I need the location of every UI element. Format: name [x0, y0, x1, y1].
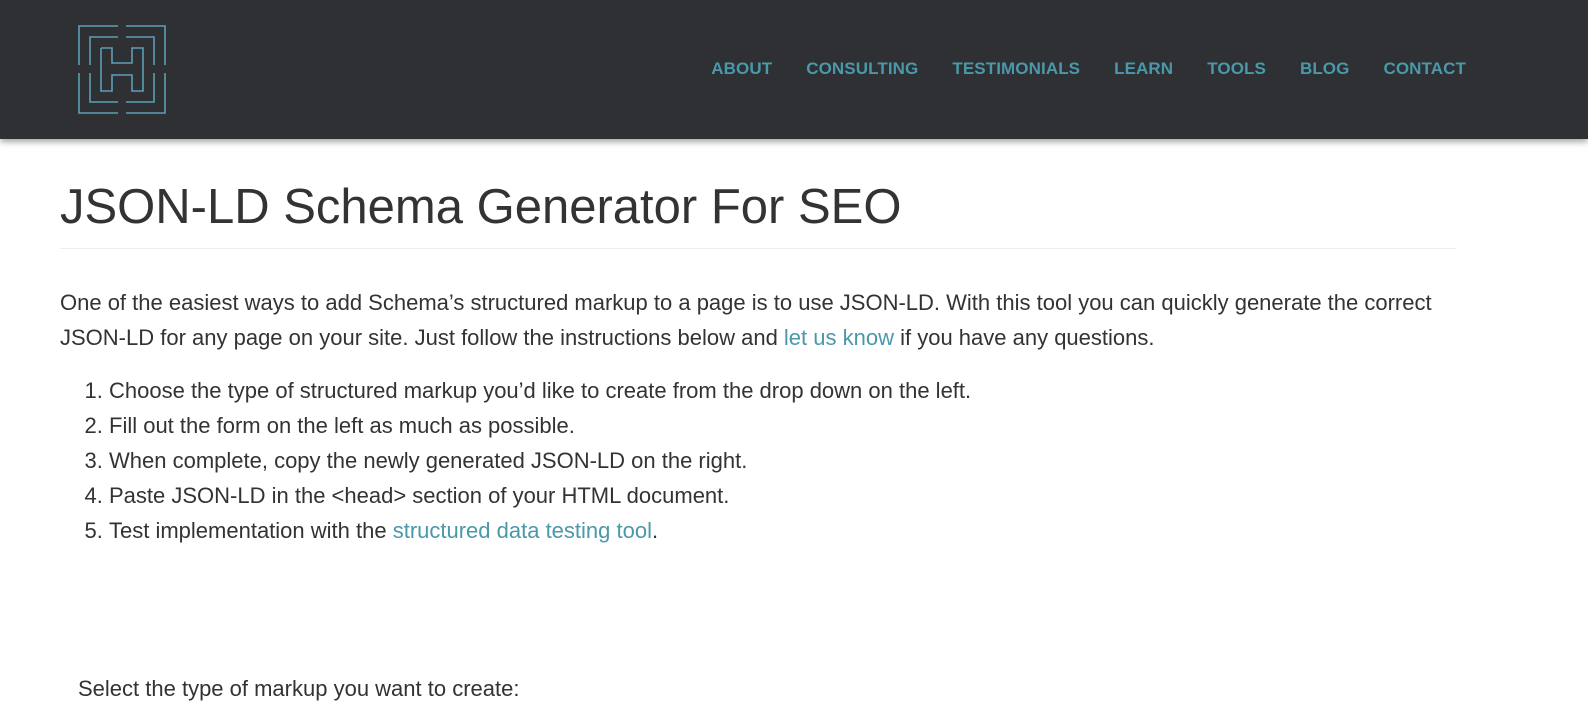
nav-link-contact[interactable]: CONTACT [1383, 58, 1466, 80]
markup-type-label: Select the type of markup you want to cr… [78, 676, 520, 701]
list-item: Fill out the form on the left as much as… [109, 408, 1456, 443]
list-item: Test implementation with the structured … [109, 513, 1456, 548]
main-nav: ABOUT CONSULTING TESTIMONIALS LEARN TOOL… [677, 58, 1466, 80]
nav-item-testimonials: TESTIMONIALS [918, 58, 1080, 80]
nav-link-about[interactable]: ABOUT [711, 58, 772, 80]
title-divider [60, 248, 1456, 249]
list-item: When complete, copy the newly generated … [109, 443, 1456, 478]
nav-link-consulting[interactable]: CONSULTING [806, 58, 918, 80]
list-item: Paste JSON-LD in the <head> section of y… [109, 478, 1456, 513]
step-text: Test implementation with the [109, 518, 393, 543]
structured-data-testing-tool-link[interactable]: structured data testing tool [393, 518, 652, 543]
nav-item-blog: BLOG [1266, 58, 1350, 80]
intro-paragraph: One of the easiest ways to add Schema’s … [60, 285, 1456, 355]
step-text: Fill out the form on the left as much as… [109, 413, 575, 438]
let-us-know-link[interactable]: let us know [784, 325, 894, 350]
intro-text-end: if you have any questions. [893, 325, 1155, 350]
list-item: Choose the type of structured markup you… [109, 373, 1456, 408]
nav-link-testimonials[interactable]: TESTIMONIALS [952, 58, 1080, 80]
nav-item-about: ABOUT [677, 58, 772, 80]
step-text: Paste JSON-LD in the <head> section of y… [109, 483, 730, 508]
intro-text: One of the easiest ways to add Schema’s … [60, 290, 1432, 350]
nav-link-tools[interactable]: TOOLS [1207, 58, 1266, 80]
nav-link-blog[interactable]: BLOG [1300, 58, 1350, 80]
nav-link-learn[interactable]: LEARN [1114, 58, 1173, 80]
step-text-end: . [651, 518, 659, 543]
site-logo-icon[interactable] [78, 25, 166, 114]
step-text: Choose the type of structured markup you… [109, 378, 972, 403]
nav-item-tools: TOOLS [1173, 58, 1266, 80]
nav-item-consulting: CONSULTING [772, 58, 918, 80]
nav-item-contact: CONTACT [1349, 58, 1466, 80]
page-title: JSON-LD Schema Generator For SEO [60, 180, 902, 234]
site-header: ABOUT CONSULTING TESTIMONIALS LEARN TOOL… [0, 0, 1588, 139]
main-content: JSON-LD Schema Generator For SEO One of … [60, 139, 1456, 548]
instructions-list: Choose the type of structured markup you… [60, 373, 1456, 548]
step-text: When complete, copy the newly generated … [109, 448, 748, 473]
nav-item-learn: LEARN [1080, 58, 1173, 80]
